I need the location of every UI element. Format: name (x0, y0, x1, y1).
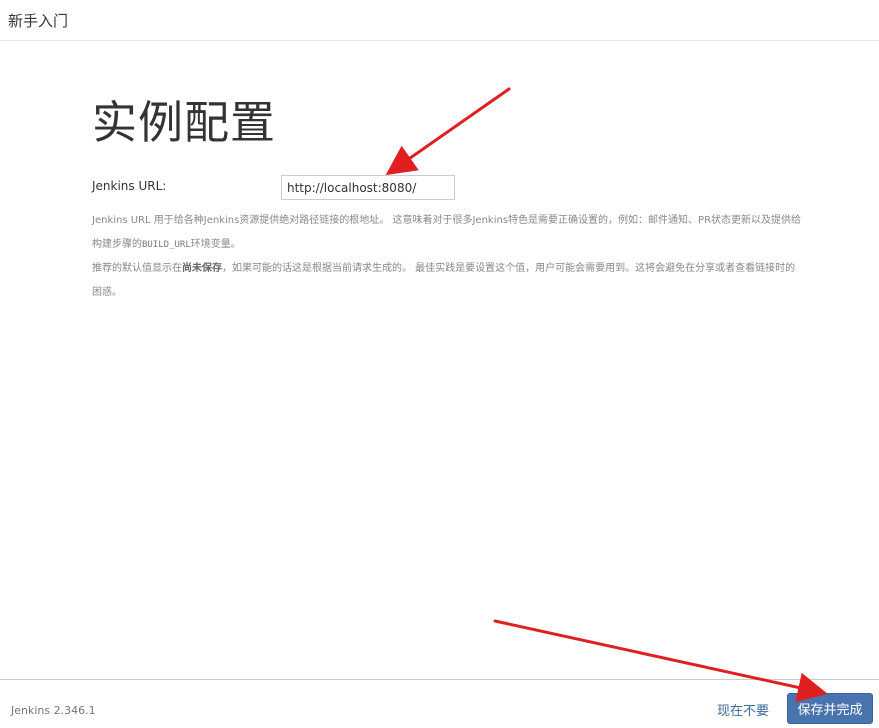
help-text-1b: 环境变量。 (190, 239, 241, 250)
help-text-2a: 推荐的默认值显示在 (92, 263, 182, 274)
wizard-header-title: 新手入门 (8, 12, 69, 30)
skip-link[interactable]: 现在不要 (717, 700, 769, 719)
wizard-footer: Jenkins 2.346.1 现在不要 保存并完成 (0, 679, 879, 728)
jenkins-url-label: Jenkins URL: (92, 179, 167, 193)
save-and-finish-button[interactable]: 保存并完成 (787, 693, 873, 724)
instance-config-panel: 实例配置 Jenkins URL: Jenkins URL 用于给各种Jenki… (92, 95, 812, 298)
jenkins-url-row: Jenkins URL: (92, 175, 812, 201)
not-saved-strong: 尚未保存 (182, 263, 222, 274)
jenkins-url-help: Jenkins URL 用于给各种Jenkins资源提供绝对路径链接的根地址。 … (92, 209, 804, 305)
jenkins-version: Jenkins 2.346.1 (11, 704, 96, 717)
help-paragraph-2: 推荐的默认值显示在尚未保存，如果可能的话这是根据当前请求生成的。 最佳实践是要设… (92, 257, 804, 305)
wizard-header: 新手入门 (0, 0, 879, 41)
jenkins-url-input[interactable] (281, 175, 455, 200)
build-url-code: BUILD_URL (142, 240, 191, 250)
page-title: 实例配置 (92, 96, 277, 149)
help-paragraph-1: Jenkins URL 用于给各种Jenkins资源提供绝对路径链接的根地址。 … (92, 209, 804, 257)
setup-wizard-window: 新手入门 实例配置 Jenkins URL: Jenkins URL 用于给各种… (0, 0, 879, 728)
